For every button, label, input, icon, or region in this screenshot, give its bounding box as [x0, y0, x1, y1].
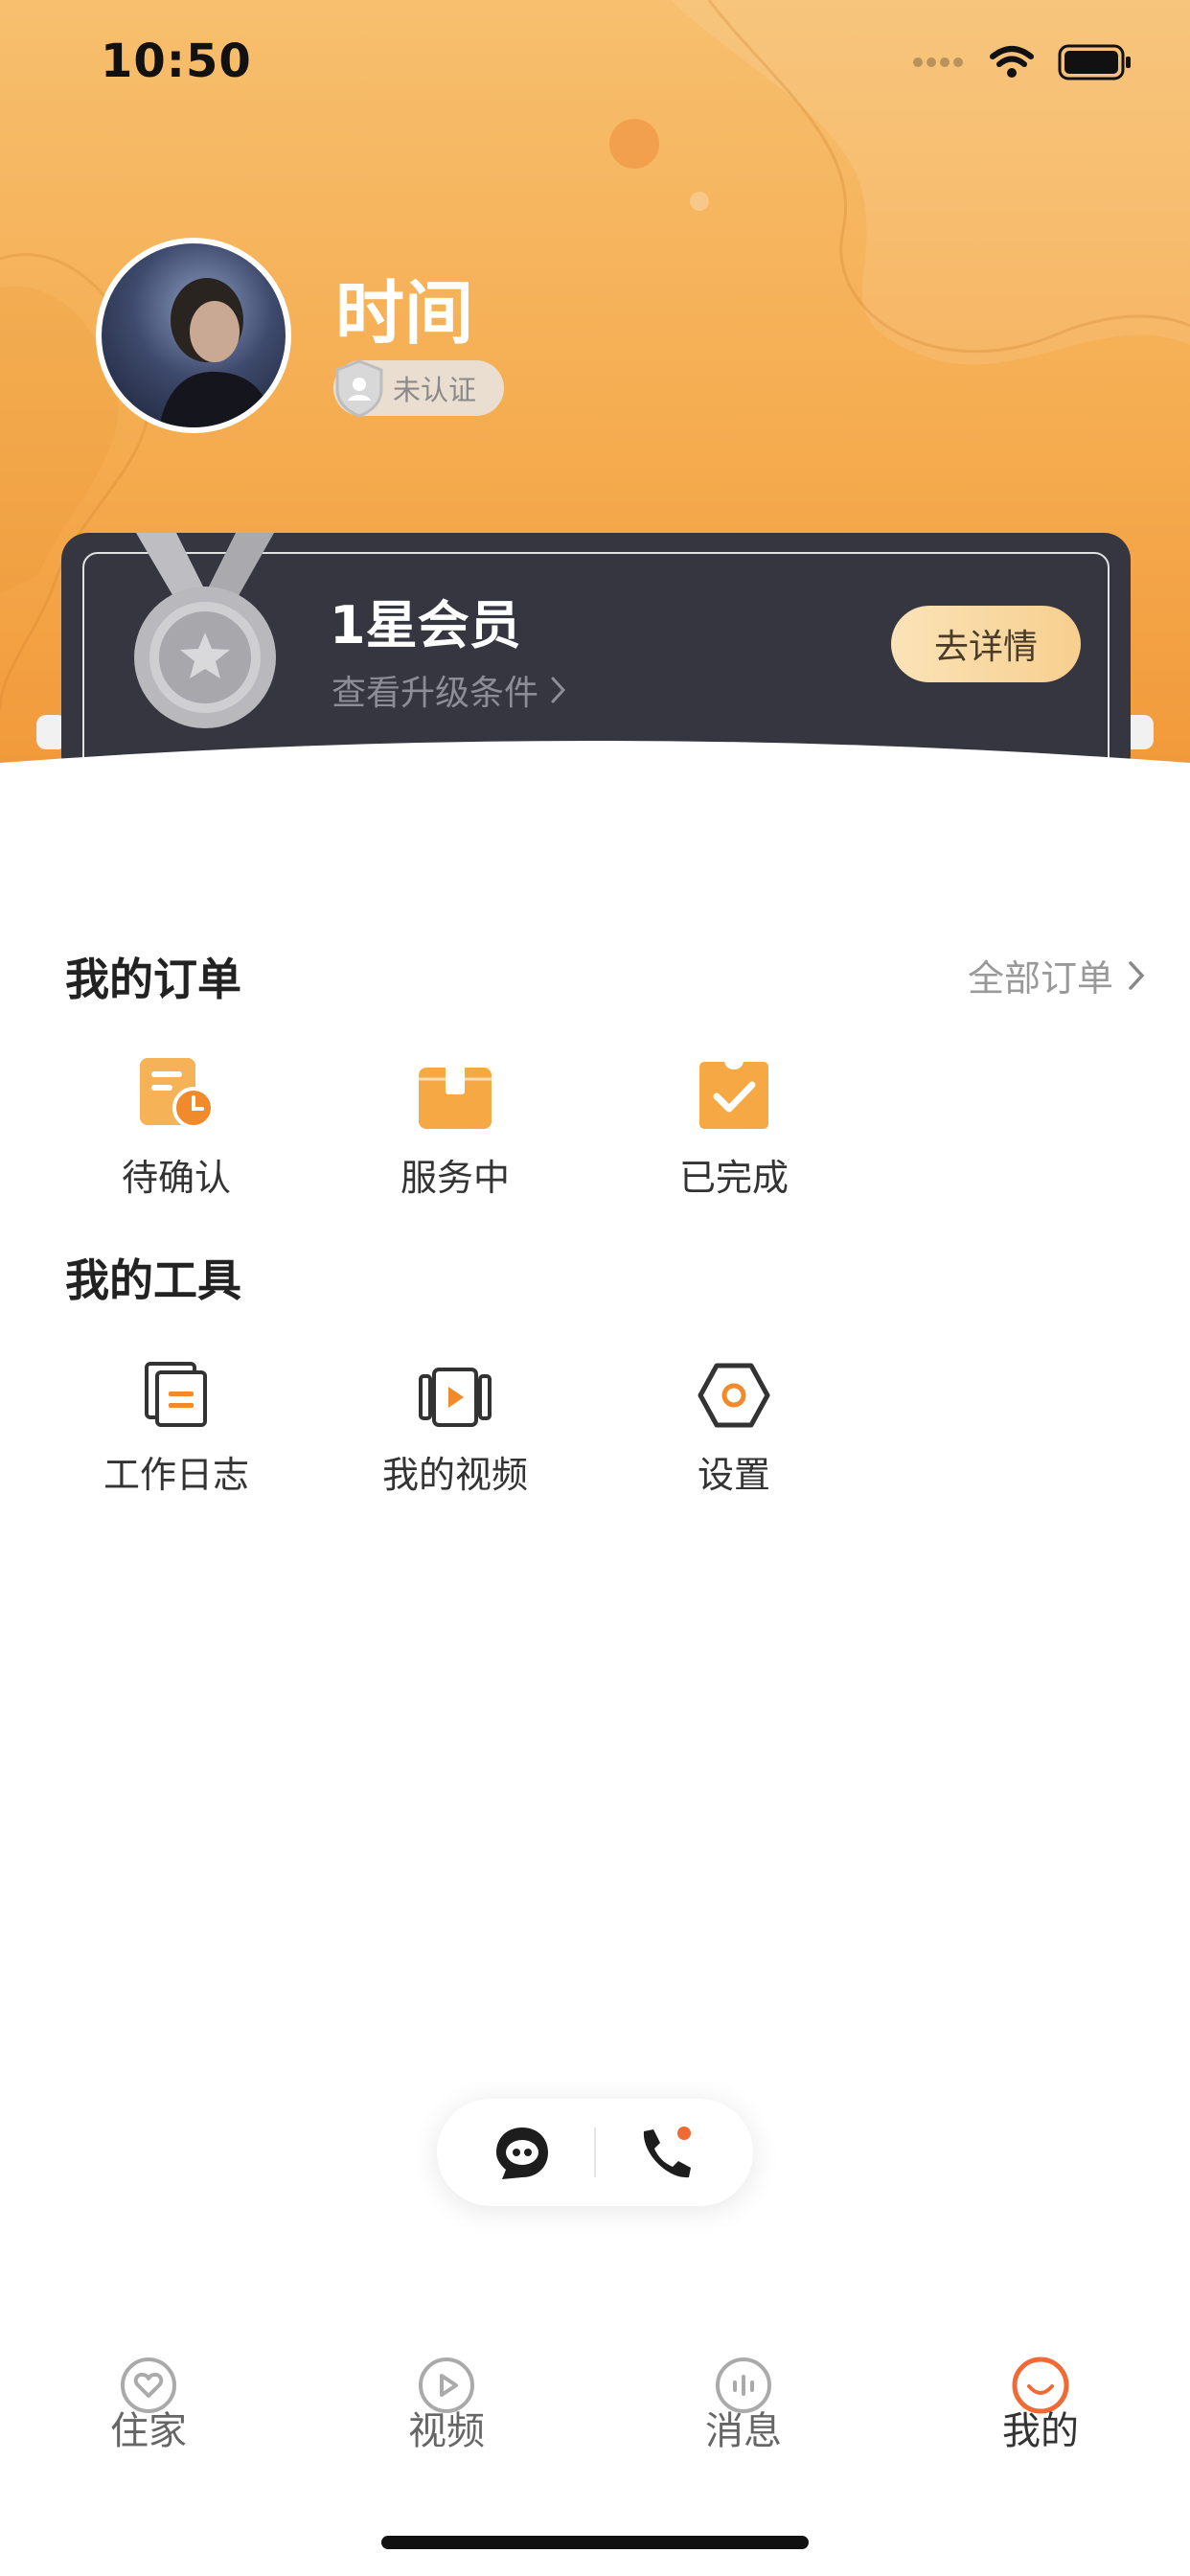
battery-icon: [1058, 44, 1131, 80]
silver-medal-icon: [134, 533, 276, 728]
orders-section-title: 我的订单: [65, 954, 241, 1005]
cellular-signal-icon: [913, 58, 963, 67]
verification-status: 未认证: [393, 374, 477, 406]
shield-user-icon: [335, 359, 383, 418]
all-orders-label: 全部订单: [967, 957, 1113, 1000]
chevron-right-icon: [1129, 960, 1145, 990]
pending-confirm-icon: [140, 1058, 215, 1129]
status-bar: 10:50: [0, 0, 1190, 125]
upgrade-conditions-link[interactable]: 查看升级条件: [332, 665, 567, 715]
phone-call-icon[interactable]: [634, 2124, 696, 2185]
tab-label: 消息: [705, 2409, 782, 2453]
username: 时间: [335, 273, 474, 354]
tools-section-title: 我的工具: [65, 1254, 241, 1306]
tool-settings[interactable]: 设置: [638, 1342, 830, 1498]
member-level: 1星会员: [330, 595, 521, 656]
member-detail-button[interactable]: 去详情: [891, 606, 1081, 682]
tab-profile[interactable]: 我的: [945, 2356, 1136, 2455]
tab-messages[interactable]: 消息: [648, 2356, 839, 2455]
chat-bubble-icon[interactable]: [492, 2124, 552, 2183]
home-indicator: [381, 2536, 809, 2549]
avatar[interactable]: [96, 238, 291, 433]
content-top-curve: [0, 741, 1190, 843]
tool-work-log[interactable]: 工作日志: [80, 1342, 272, 1498]
order-in-service[interactable]: 服务中: [359, 1045, 551, 1201]
tab-label: 住家: [110, 2409, 187, 2453]
status-time: 10:50: [101, 34, 252, 88]
order-pending-confirm[interactable]: 待确认: [80, 1045, 272, 1201]
chevron-right-icon: [551, 677, 566, 703]
wifi-icon: [990, 46, 1034, 78]
completed-check-icon: [699, 1062, 768, 1129]
tool-label: 我的视频: [381, 1454, 528, 1496]
order-label: 已完成: [678, 1157, 789, 1199]
tool-label: 工作日志: [103, 1454, 249, 1496]
work-log-icon: [145, 1362, 207, 1427]
bottom-tab-bar: 住家 视频 消息 我的: [0, 2348, 1190, 2482]
tab-label: 视频: [408, 2409, 485, 2453]
upgrade-conditions-label: 查看升级条件: [332, 674, 539, 713]
tab-home[interactable]: 住家: [53, 2356, 244, 2455]
all-orders-link[interactable]: 全部订单: [968, 949, 1146, 1001]
floating-action-bar: [437, 2099, 753, 2206]
in-service-box-icon: [419, 1060, 492, 1129]
order-label: 服务中: [400, 1157, 510, 1199]
tab-video[interactable]: 视频: [351, 2356, 542, 2455]
my-video-icon: [419, 1368, 492, 1427]
status-icons: [912, 44, 1133, 80]
avatar-photo: [159, 278, 274, 427]
order-completed[interactable]: 已完成: [638, 1045, 830, 1201]
settings-hex-icon: [698, 1363, 770, 1428]
tab-label: 我的: [1002, 2409, 1079, 2453]
order-label: 待确认: [121, 1157, 231, 1199]
tool-label: 设置: [697, 1454, 770, 1496]
verification-badge[interactable]: 未认证: [333, 359, 504, 418]
action-divider: [594, 2128, 596, 2177]
tool-my-video[interactable]: 我的视频: [359, 1342, 551, 1498]
